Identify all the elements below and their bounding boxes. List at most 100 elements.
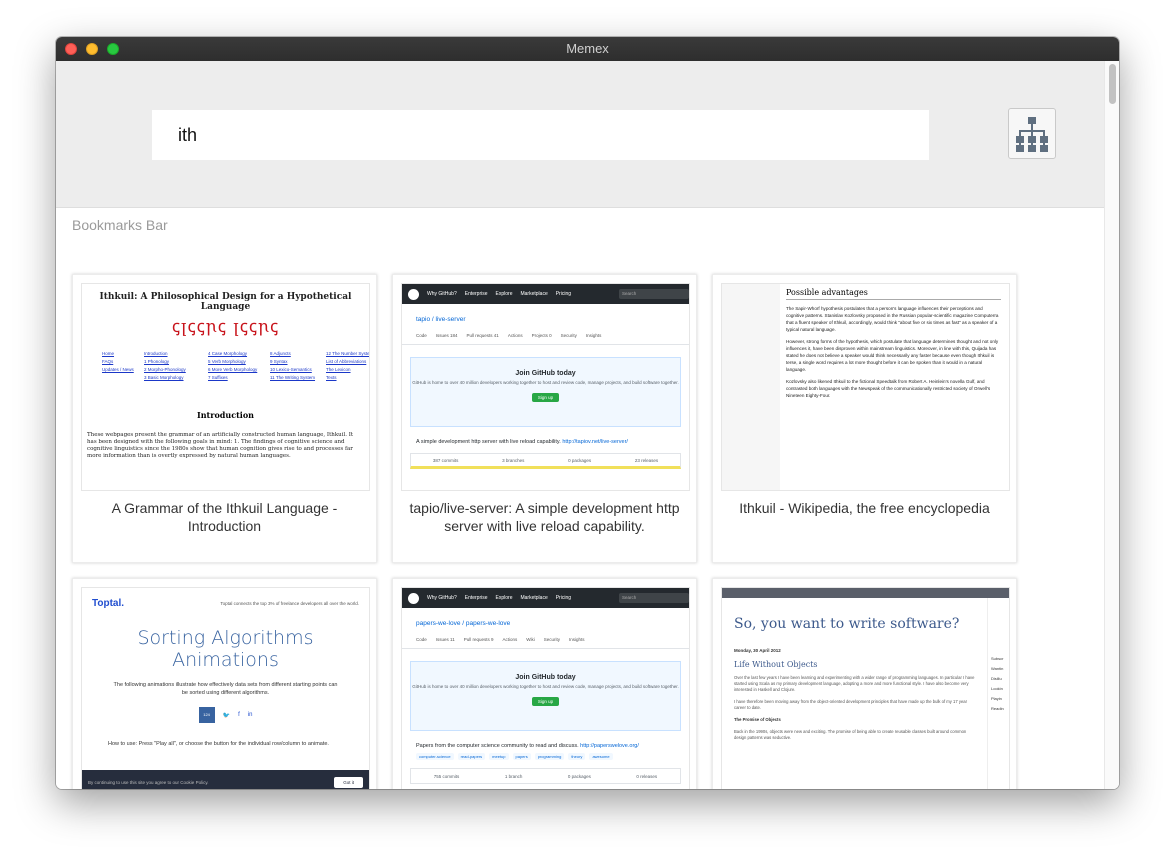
thumb-link: 5 Verb Morphology (208, 359, 246, 364)
thumb-side-item: Playin (991, 696, 1002, 701)
page-thumbnail: Toptal. Toptal connects the top 3% of fr… (81, 587, 370, 789)
thumb-nav-item: Why GitHub? (427, 291, 457, 297)
page-thumbnail: Why GitHub? Enterprise Explore Marketpla… (401, 283, 690, 491)
thumb-stat: 1 branch (504, 773, 523, 779)
bookmark-card[interactable]: Why GitHub? Enterprise Explore Marketpla… (392, 274, 697, 563)
thumb-link-table: Home Introduction 4 Case Morphology 8 Adjun… (102, 351, 369, 380)
thumb-join-banner: Join GitHub today GitHub is home to over… (410, 661, 681, 731)
thumb-paragraph: Over the last few years I have been lear… (734, 675, 975, 692)
thumb-paragraph: I have therefore been moving away from t… (734, 699, 968, 710)
cookie-accept-button: Got it (334, 776, 363, 788)
tree-view-button[interactable] (1008, 108, 1056, 159)
bookmark-card[interactable]: Why GitHub? Enterprise Explore Marketpla… (392, 578, 697, 789)
thumb-link: 11 The Writing System (270, 375, 316, 380)
thumb-tab: Security (560, 333, 577, 338)
thumb-side-item: Lookin (991, 686, 1003, 691)
thumb-repo-desc: Papers from the computer science communi… (402, 731, 689, 749)
thumb-stat: 3 branches (502, 457, 525, 463)
thumb-heading: Possible advantages (786, 288, 1001, 300)
thumb-nav-item: Enterprise (464, 291, 488, 297)
thumb-side-item: Wantin (991, 666, 1004, 671)
thumb-stat: 387 commits (432, 457, 459, 463)
thumb-paragraph: Back in the 1990s, objects were new and … (734, 729, 967, 740)
thumb-tab: Code (416, 333, 427, 338)
thumb-nav-item: Marketplace (520, 291, 548, 297)
page-thumbnail: Ithkuil: A Philosophical Design for a Hy… (81, 283, 370, 491)
share-count: 124 (198, 707, 215, 723)
toptal-logo: Toptal. (92, 598, 125, 609)
thumb-paragraph: The Sapir-Whorf hypothesis postulates th… (786, 306, 999, 332)
thumb-link: 4 Case Morphology (208, 351, 248, 356)
thumb-topics: computer-science read-papers meetup pape… (402, 749, 689, 760)
thumb-paragraph: However, strong forms of the hypothesis,… (786, 339, 999, 372)
thumb-signup-button: Sign up (531, 393, 560, 402)
facebook-icon: f (238, 712, 240, 718)
thumb-topic: awesome (589, 753, 613, 760)
thumb-post-title: Life Without Objects (734, 660, 818, 669)
search-input[interactable] (152, 110, 929, 160)
thumb-repo-name: tapio / live-server (416, 316, 466, 323)
thumb-desc-link: http://tapiov.net/live-server/ (562, 439, 628, 445)
section-title: Bookmarks Bar (72, 217, 168, 233)
thumb-link: 2 Morpho-Phonology (144, 367, 186, 372)
thumb-tab: Issues 11 (435, 637, 455, 642)
sitemap-icon (1016, 116, 1048, 152)
page-thumbnail: Possible advantages The Sapir-Whorf hypo… (721, 283, 1010, 491)
thumb-link: FAQs (102, 359, 114, 364)
thumb-tab: Actions (502, 637, 518, 642)
thumb-join-title: Join GitHub today (515, 674, 576, 681)
scrollbar-thumb[interactable] (1109, 64, 1116, 104)
thumb-script-text: ꞔꞁꞔꞔꞃꞔ ꞁꞔꞔꞃꞔ (171, 317, 280, 337)
thumb-nav-item: Enterprise (464, 595, 488, 601)
main-content: Bookmarks Bar Ithkuil: A Philosophical D… (56, 61, 1119, 789)
thumb-github-nav: Why GitHub? Enterprise Explore Marketpla… (402, 588, 689, 608)
thumb-link: Texts (326, 375, 337, 380)
bookmark-card[interactable]: Possible advantages The Sapir-Whorf hypo… (712, 274, 1017, 563)
thumb-link: 1 Phonology (144, 359, 170, 364)
thumb-join-title: Join GitHub today (515, 370, 576, 377)
thumb-join-banner: Join GitHub today GitHub is home to over… (410, 357, 681, 427)
thumb-link: Introduction (144, 351, 168, 356)
thumb-nav-item: Explore (495, 291, 513, 297)
thumb-topic: meetup (489, 753, 509, 760)
thumb-link: 3 Basic Morphology (144, 375, 184, 380)
title-bar: Memex (56, 37, 1119, 61)
thumb-heading: Ithkuil: A Philosophical Design for a Hy… (99, 292, 352, 312)
thumb-search: Search (619, 593, 689, 603)
minimize-window-button[interactable] (86, 43, 98, 55)
thumb-wiki-sidebar (722, 284, 780, 490)
thumb-howto: How to use: Press "Play all", or choose … (108, 741, 329, 747)
cookie-text: By continuing to use this site you agree… (88, 779, 209, 785)
vertical-scrollbar[interactable] (1104, 61, 1119, 789)
thumb-date: Monday, 30 April 2012 (734, 648, 781, 653)
linkedin-icon: in (247, 712, 253, 718)
thumb-link: 6 More Verb Morphology (208, 367, 258, 372)
thumb-tab: Pull requests 41 (466, 333, 499, 338)
thumb-side-item: Subscr (991, 656, 1004, 661)
thumb-signup-button: Sign up (531, 697, 560, 706)
thumb-subheading: The Promise of Objects (734, 717, 781, 722)
window-controls (65, 43, 119, 55)
thumb-desc-text: Papers from the computer science communi… (416, 743, 579, 749)
thumb-topic: programming (534, 753, 565, 760)
thumb-subtitle: The following animations illustrate how … (113, 682, 338, 696)
bookmark-card[interactable]: Toptal. Toptal connects the top 3% of fr… (72, 578, 377, 789)
thumb-nav-item: Explore (495, 595, 513, 601)
thumb-repo-desc: A simple development http server with li… (402, 427, 689, 445)
thumb-link: The Lexicon (326, 367, 351, 372)
bookmark-card[interactable]: So, you want to write software? Monday, … (712, 578, 1017, 789)
thumb-stat: 755 commits (433, 773, 460, 779)
thumb-tab: Wiki (526, 637, 535, 642)
thumb-heading: Sorting Algorithms Animations (137, 627, 314, 671)
thumb-link: 9 Syntax (270, 359, 288, 364)
zoom-window-button[interactable] (107, 43, 119, 55)
bookmark-card[interactable]: Ithkuil: A Philosophical Design for a Hy… (72, 274, 377, 563)
thumb-repo-tabs: Code Issues 184 Pull requests 41 Actions… (402, 323, 689, 345)
thumb-join-text: GitHub is home to over 40 million develo… (412, 684, 679, 689)
thumb-tab: Actions (507, 333, 523, 338)
app-window: Memex ith Bookmarks Bar Ithkuil: A Philo… (56, 37, 1119, 789)
thumb-blog-bar (722, 588, 1009, 598)
thumb-link: 7 Suffixes (208, 375, 228, 380)
close-window-button[interactable] (65, 43, 77, 55)
thumb-share-row: 124 🐦 f in (82, 707, 369, 723)
